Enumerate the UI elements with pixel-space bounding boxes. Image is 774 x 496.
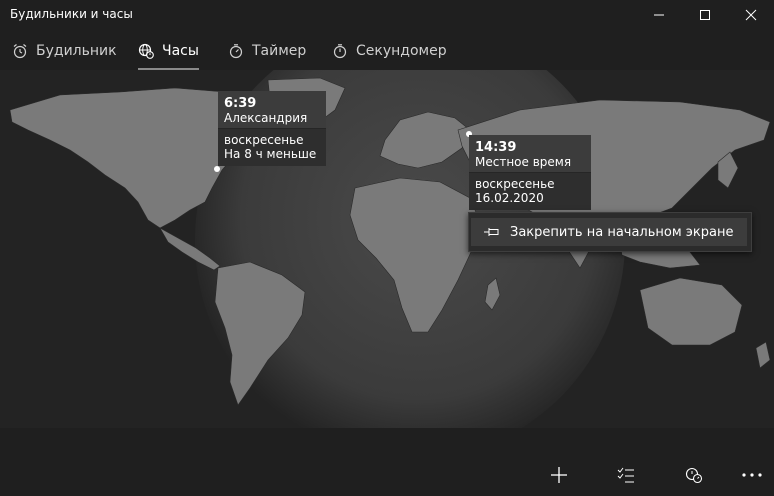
clock-day: воскресенье [224, 133, 304, 147]
close-icon [745, 9, 757, 21]
checklist-icon [617, 467, 634, 483]
clock-time: 14:39 [475, 140, 517, 155]
clock-card-local[interactable]: 14:39 Местное время воскресенье 16.02.20… [469, 135, 591, 210]
tab-clock-label: Часы [162, 43, 199, 59]
pin-to-start-menu-item[interactable]: Закрепить на начальном экране [471, 218, 747, 246]
globe-clock-icon [138, 43, 154, 59]
clock-place: Александрия [224, 111, 308, 125]
more-icon [742, 473, 762, 477]
clock-diff: На 8 ч меньше [224, 147, 317, 161]
tab-alarm-label: Будильник [36, 43, 117, 59]
tab-timer-label: Таймер [252, 43, 307, 59]
minimize-button[interactable] [636, 0, 682, 30]
clock-place: Местное время [475, 155, 572, 169]
timer-icon [229, 44, 243, 59]
more-options-button[interactable] [732, 460, 772, 490]
tab-bar: Будильник Часы Таймер Секундомер [0, 34, 774, 70]
window-title: Будильники и часы [10, 7, 133, 21]
context-menu: Закрепить на начальном экране [468, 212, 752, 252]
plus-icon [551, 467, 567, 483]
tab-alarm[interactable]: Будильник [12, 34, 117, 68]
maximize-icon [700, 10, 710, 20]
tab-timer[interactable]: Таймер [228, 34, 306, 68]
select-clocks-button[interactable] [606, 460, 646, 490]
pin-label: Закрепить на начальном экране [510, 224, 734, 240]
compare-button[interactable] [674, 460, 714, 490]
title-bar: Будильники и часы [0, 0, 774, 30]
location-marker-alexandria[interactable] [214, 166, 220, 172]
close-button[interactable] [728, 0, 774, 30]
clock-date: 16.02.2020 [475, 191, 544, 205]
pin-icon [484, 228, 499, 236]
clock-time: 6:39 [224, 96, 257, 111]
tab-stopwatch[interactable]: Секундомер [332, 34, 447, 68]
clock-card-alexandria[interactable]: 6:39 Александрия воскресенье На 8 ч мень… [218, 91, 326, 166]
add-clock-button[interactable] [539, 460, 579, 490]
maximize-button[interactable] [682, 0, 728, 30]
command-bar [0, 428, 774, 496]
compare-clocks-icon [685, 467, 703, 484]
tab-stopwatch-label: Секундомер [356, 43, 447, 59]
minimize-icon [654, 14, 664, 16]
stopwatch-icon [333, 44, 347, 59]
clock-day: воскресенье [475, 177, 555, 191]
tab-clock[interactable]: Часы [138, 34, 199, 70]
alarm-clock-icon [13, 44, 27, 59]
